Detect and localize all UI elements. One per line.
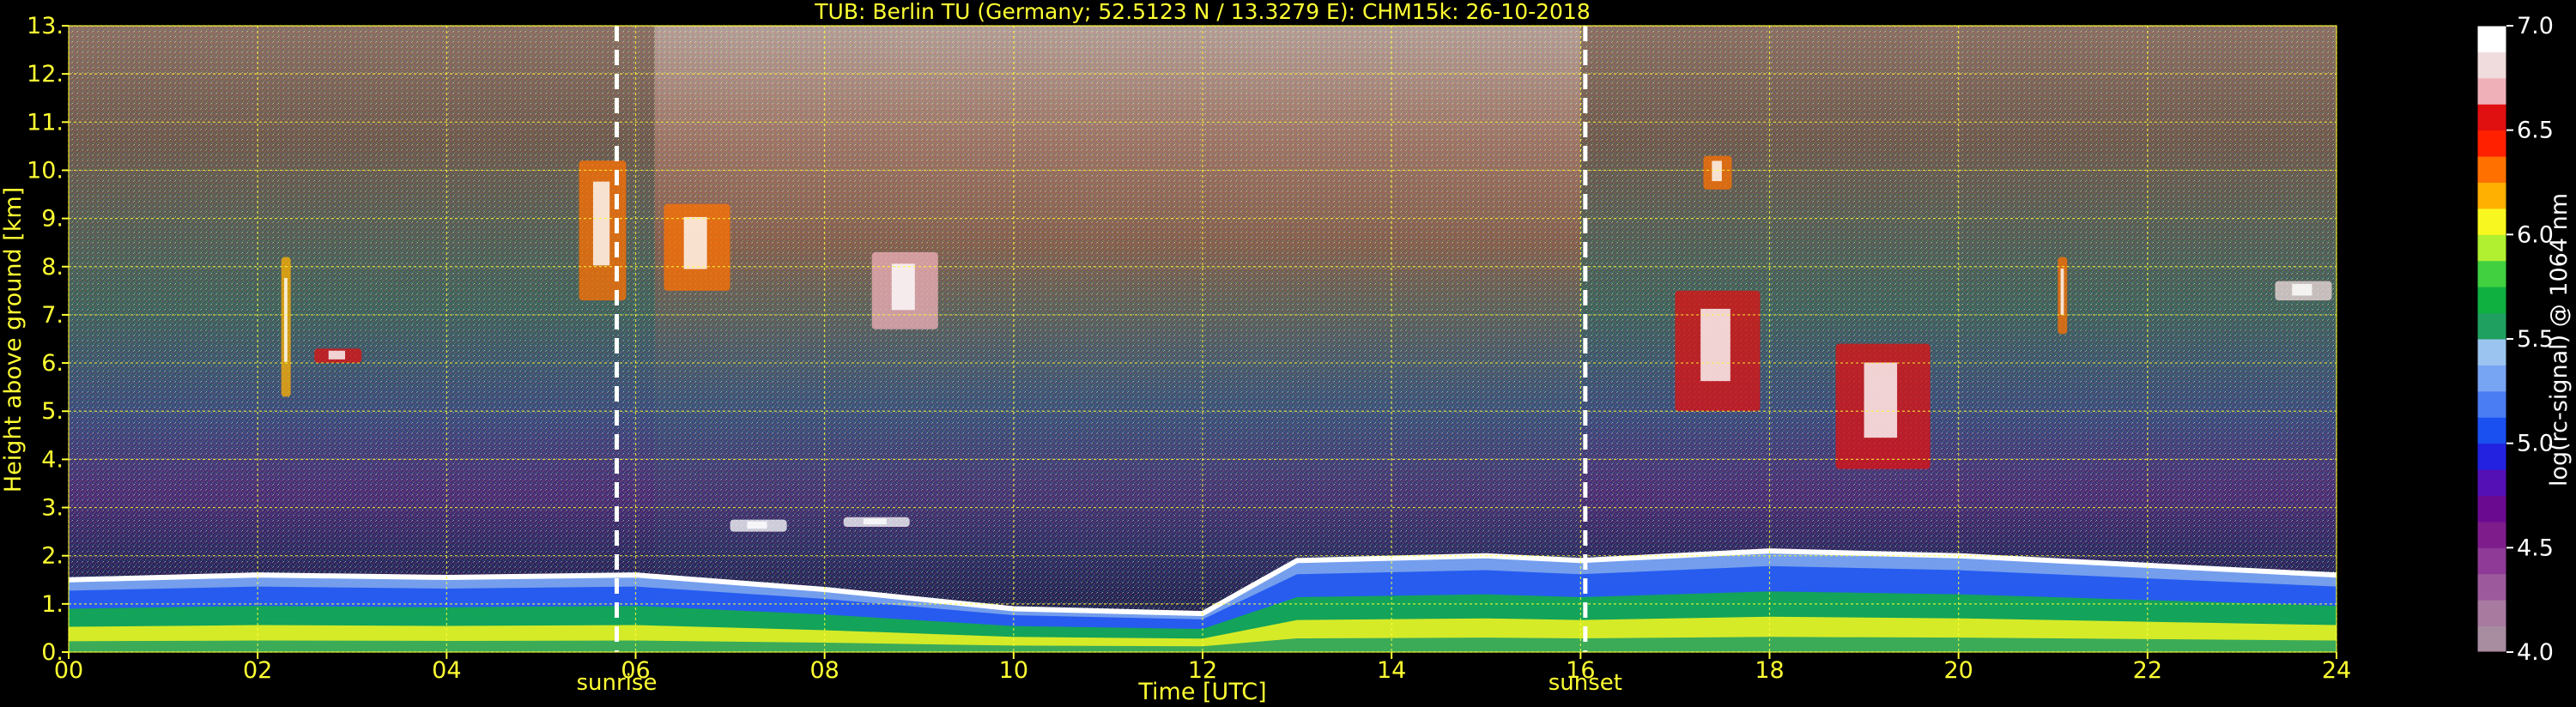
cloud-core	[683, 216, 707, 269]
cloud-core	[1864, 362, 1898, 438]
x-tick-label: 24	[2322, 657, 2351, 684]
cloud-core	[891, 263, 915, 311]
event-label-sunset: sunset	[1549, 670, 1622, 696]
colorbar-swatch	[2477, 469, 2506, 496]
cloud-core	[283, 277, 288, 362]
cloud-core	[1700, 308, 1730, 382]
colorbar-swatch	[2477, 521, 2506, 548]
y-tick-label: 9.	[41, 206, 64, 233]
colorbar-swatch	[2477, 51, 2506, 79]
colorbar-swatch	[2477, 234, 2506, 262]
colorbar-swatch	[2477, 182, 2506, 209]
x-tick-label: 18	[1755, 657, 1784, 684]
cloud-core	[2292, 283, 2312, 296]
y-tick-label: 5.	[41, 398, 64, 425]
colorbar-swatch	[2477, 287, 2506, 314]
colorbar-swatch	[2477, 260, 2506, 287]
plot-area	[68, 25, 2337, 653]
colorbar-tick-label: 6.5	[2517, 118, 2554, 144]
colorbar-swatch	[2477, 417, 2506, 444]
colorbar-swatch	[2477, 495, 2506, 523]
y-axis-label: Height above ground [km]	[0, 187, 27, 492]
y-tick-label: 12.	[27, 61, 64, 88]
x-tick-label: 04	[432, 657, 461, 684]
cloud-core	[328, 350, 345, 360]
colorbar-swatch	[2477, 443, 2506, 470]
y-tick-label: 11.	[27, 109, 64, 136]
y-tick-label: 8.	[41, 254, 64, 281]
cloud-core	[1712, 160, 1722, 182]
cloud-core	[2060, 269, 2064, 315]
x-tick-label: 02	[243, 657, 272, 684]
colorbar-swatch	[2477, 390, 2506, 418]
y-tick-label: 1.	[41, 591, 64, 618]
event-label-sunrise: sunrise	[576, 670, 657, 696]
y-tick-label: 3.	[41, 495, 64, 522]
colorbar-tick-label: 4.0	[2517, 639, 2554, 666]
x-tick-label: 20	[1943, 657, 1973, 684]
y-tick-label: 10.	[27, 157, 64, 184]
colorbar-swatch	[2477, 77, 2506, 105]
y-tick-label: 7.	[41, 302, 64, 329]
cloud-core	[747, 521, 767, 529]
x-tick-label: 14	[1377, 657, 1406, 684]
colorbar-swatch	[2477, 600, 2506, 627]
colorbar-swatch	[2477, 156, 2506, 183]
x-tick-label: 08	[809, 657, 839, 684]
colorbar-swatch	[2477, 547, 2506, 575]
chart-title: TUB: Berlin TU (Germany; 52.5123 N / 13.…	[814, 0, 1591, 24]
y-tick-label: 0.	[41, 639, 64, 666]
y-tick-label: 6.	[41, 350, 64, 377]
y-tick-label: 4.	[41, 446, 64, 473]
colorbar-swatch	[2477, 312, 2506, 340]
x-axis-label: Time [UTC]	[1137, 679, 1266, 705]
colorbar-tick-label: 4.5	[2517, 535, 2554, 561]
colorbar-swatch	[2477, 130, 2506, 157]
colorbar-swatch	[2477, 625, 2506, 653]
colorbar-swatch	[2477, 573, 2506, 601]
y-tick-label: 13.	[27, 13, 64, 39]
colorbar-swatch	[2477, 365, 2506, 392]
cloud-core	[592, 181, 610, 266]
y-tick-label: 2.	[41, 543, 64, 570]
colorbar-swatch	[2477, 339, 2506, 366]
colorbar-swatch	[2477, 104, 2506, 131]
x-tick-label: 10	[999, 657, 1028, 684]
chart: 00 02 04 06 08 10 12 14 16 18 20 22 24 0.1.2.3.4.5.6…	[0, 0, 2573, 705]
colorbar-label: log(rc-signal) @ 1064 nm	[2546, 193, 2573, 486]
colorbar-swatch	[2477, 208, 2506, 235]
cloud-core	[863, 518, 887, 525]
x-tick-label: 22	[2133, 657, 2162, 684]
colorbar-swatch	[2477, 26, 2506, 52]
colorbar-tick-label: 7.0	[2517, 13, 2554, 39]
